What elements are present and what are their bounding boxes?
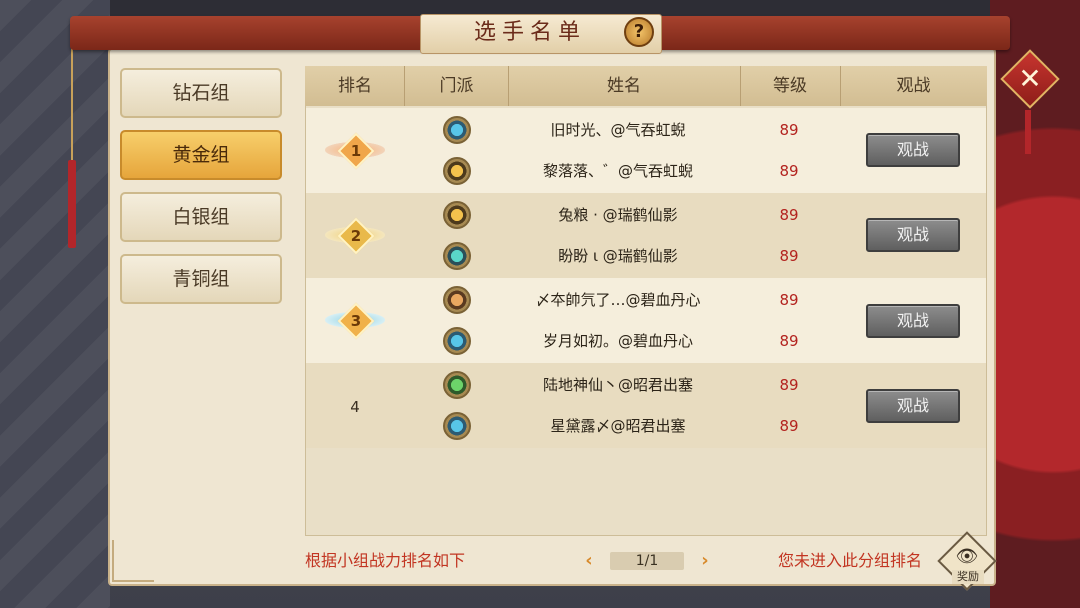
player-name: 旧时光、@气吞虹蜺 <box>550 121 686 139</box>
header-sect: 门派 <box>439 76 474 96</box>
next-page-icon[interactable]: › <box>697 550 713 572</box>
rank-status: 您未进入此分组排名 <box>778 551 923 570</box>
rank-badge-1: 1 <box>325 128 385 172</box>
player-name: 岁月如初。@碧血丹心 <box>542 332 693 350</box>
brown-sword-icon <box>443 286 471 314</box>
watch-button[interactable]: 观战 <box>866 218 960 252</box>
player-level: 89 <box>779 417 799 435</box>
help-button[interactable]: ? <box>624 17 654 47</box>
tab-diamond-group[interactable]: 钻石组 <box>120 68 282 118</box>
player-level: 89 <box>779 162 799 180</box>
tab-gold-group[interactable]: 黄金组 <box>120 130 282 180</box>
player-level: 89 <box>779 206 799 224</box>
header-watch: 观战 <box>896 76 931 96</box>
tassel-ornament-right <box>1022 100 1034 160</box>
player-name: 星黛露〆@昭君出塞 <box>550 417 686 435</box>
cyan-ring-icon <box>443 116 471 144</box>
player-name: 陆地神仙丶@昭君出塞 <box>542 376 693 394</box>
header-level: 等级 <box>773 76 807 96</box>
watch-button[interactable]: 观战 <box>866 304 960 338</box>
green-leaf-icon <box>443 371 471 399</box>
player-level: 89 <box>779 376 799 394</box>
eye-icon[interactable]: 👁 <box>954 546 980 568</box>
player-name: 兔粮 · @瑞鹤仙影 <box>558 206 678 224</box>
teal-arrow-icon <box>443 242 471 270</box>
rank-badge-2: 2 <box>325 213 385 257</box>
gold-emblem-icon <box>443 201 471 229</box>
corner-ornament <box>112 540 154 582</box>
tab-silver-group[interactable]: 白银组 <box>120 192 282 242</box>
player-name: 盼盼 ι @瑞鹤仙影 <box>558 247 678 265</box>
rank-badge-3: 3 <box>325 298 385 342</box>
header-rank: 排名 <box>338 76 372 96</box>
player-level: 89 <box>779 121 799 139</box>
watch-button[interactable]: 观战 <box>866 133 960 167</box>
close-icon[interactable]: ✕ <box>1009 58 1051 100</box>
prev-page-icon[interactable]: ‹ <box>581 550 597 572</box>
background-floor <box>0 0 110 608</box>
watch-button[interactable]: 观战 <box>866 389 960 423</box>
window-title: 选手名单 <box>473 20 586 45</box>
player-name: 〆夲帥氕了…@碧血丹心 <box>535 291 701 309</box>
player-name: 黎落落、゛@气吞虹蜺 <box>542 162 693 180</box>
header-name: 姓名 <box>607 76 641 96</box>
reward-label[interactable]: 奖励 <box>952 570 984 584</box>
ranking-hint: 根据小组战力排名如下 <box>305 551 466 570</box>
page-indicator: 1/1 <box>610 552 684 570</box>
tassel-ornament-left <box>66 40 78 248</box>
rank-number: 3 <box>350 312 362 330</box>
tab-bronze-group[interactable]: 青铜组 <box>120 254 282 304</box>
rank-number: 1 <box>350 142 362 160</box>
rank-number: 4 <box>350 398 360 416</box>
player-level: 89 <box>779 291 799 309</box>
rank-number: 2 <box>350 227 362 245</box>
player-level: 89 <box>779 247 799 265</box>
player-level: 89 <box>779 332 799 350</box>
cyan-ring-icon <box>443 412 471 440</box>
cyan-ring-icon <box>443 327 471 355</box>
gold-emblem-icon <box>443 157 471 185</box>
